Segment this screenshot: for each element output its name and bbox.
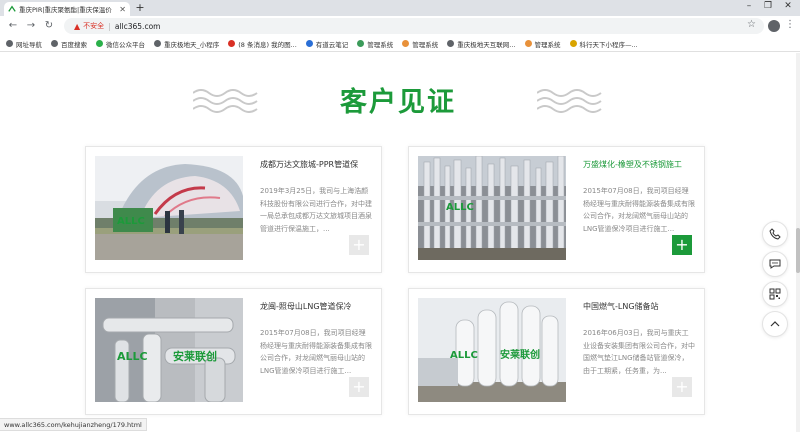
more-button[interactable]: + xyxy=(672,377,692,397)
globe-icon xyxy=(6,40,13,47)
message-button[interactable] xyxy=(762,251,788,277)
svg-text:ALLC: ALLC xyxy=(117,216,145,227)
warning-icon: ▲ xyxy=(74,21,81,31)
status-bar-url: www.allc365.com/kehujianzheng/179.html xyxy=(0,418,147,431)
forward-icon[interactable]: → xyxy=(24,19,38,33)
address-bar[interactable]: ▲ 不安全 | allc365.com ☆ xyxy=(64,18,764,34)
case-photo: ALLC 安莱联创 xyxy=(418,298,566,402)
case-description: 2015年07月08日，我司项目经理杨经理与重庆耐得能源装备集成有限公司合作，对… xyxy=(260,329,372,375)
case-card[interactable]: ALLC 万盛煤化-橡塑及不锈钢施工 2015年07月08日，我司项目经理杨经理… xyxy=(408,146,705,273)
more-button[interactable]: + xyxy=(672,235,692,255)
bookmark-item[interactable]: 微信公众平台 xyxy=(96,39,145,49)
case-title[interactable]: 成都万达文旅城-PPR管道保 xyxy=(260,159,358,170)
case-description: 2015年07月08日，我司项目经理杨经理与重庆耐得能源装备集成有限公司合作，对… xyxy=(583,187,695,233)
svg-text:ALLC: ALLC xyxy=(446,202,474,213)
gear-icon xyxy=(524,40,532,47)
note-icon xyxy=(305,40,313,47)
globe-icon xyxy=(154,40,161,47)
case-photo: ALLC xyxy=(418,156,566,260)
v-icon xyxy=(569,40,577,47)
bookmark-item[interactable]: 重庆极地天_小程序 xyxy=(154,39,219,49)
bookmark-item[interactable]: 网址导航 xyxy=(6,39,42,49)
bookmark-label: 网址导航 xyxy=(16,40,42,49)
reload-icon[interactable]: ↻ xyxy=(42,19,56,33)
bookmark-label: 科行天下小程序—... xyxy=(579,40,638,49)
bookmark-label: 微信公众平台 xyxy=(106,40,145,49)
new-tab-button[interactable]: + xyxy=(134,2,146,14)
bookmark-label: 管理系统 xyxy=(367,40,394,49)
bookmark-item[interactable]: 有道云笔记 xyxy=(305,39,349,49)
case-photo: ALLC xyxy=(95,156,243,260)
svg-text:ALLC: ALLC xyxy=(117,350,148,363)
scrollbar-thumb[interactable] xyxy=(796,228,800,273)
case-description: 2019年3月25日，我司与上海浩颜科技股份有限公司进行合作，对中建一局总承包成… xyxy=(260,187,372,233)
close-tab-icon[interactable]: ✕ xyxy=(119,5,126,14)
wechat-icon xyxy=(96,40,103,47)
bookmark-star-icon[interactable]: ☆ xyxy=(747,19,756,30)
browser-toolbar: ← → ↻ ▲ 不安全 | allc365.com ☆ ⋮ xyxy=(0,16,800,36)
address-separator: | xyxy=(108,21,111,31)
case-card[interactable]: ALLC 安莱联创 中国燃气-LNG储备站 2016年06月03日，我司与重庆工… xyxy=(408,288,705,415)
case-description: 2016年06月03日，我司与重庆工业设备安装集团有限公司合作，对中国燃气垫江L… xyxy=(583,329,695,375)
bookmark-item[interactable]: (8 条消息) 我的图... xyxy=(228,39,297,49)
doc-icon xyxy=(357,40,365,47)
bookmark-item[interactable]: 百度搜索 xyxy=(51,39,87,49)
chat-icon xyxy=(769,259,781,269)
bookmark-item[interactable]: 管理系统 xyxy=(357,39,393,49)
browser-tab[interactable]: 重庆PIR|重庆聚氨酯|重庆保温价 ✕ xyxy=(4,2,130,16)
page-scrollbar[interactable] xyxy=(796,53,800,432)
maximize-icon[interactable]: ❐ xyxy=(761,1,775,11)
bookmark-label: 管理系统 xyxy=(412,40,439,49)
back-icon[interactable]: ← xyxy=(6,19,20,33)
globe-icon xyxy=(447,40,455,47)
phone-button[interactable] xyxy=(762,221,788,247)
account-avatar[interactable] xyxy=(768,20,780,32)
case-title[interactable]: 中国燃气-LNG储备站 xyxy=(583,301,659,312)
bookmark-item[interactable]: 管理系统 xyxy=(524,39,561,49)
site-favicon xyxy=(8,5,16,12)
minimize-icon[interactable]: – xyxy=(742,1,756,11)
not-secure-label: 不安全 xyxy=(83,22,105,30)
more-button[interactable]: + xyxy=(349,377,369,397)
back-to-top-button[interactable] xyxy=(762,311,788,337)
phone-icon xyxy=(769,228,781,240)
case-photo: ALLC 安莱联创 xyxy=(95,298,243,402)
bookmark-label: (8 条消息) 我的图... xyxy=(238,40,297,49)
qrcode-button[interactable] xyxy=(762,281,788,307)
more-button[interactable]: + xyxy=(349,235,369,255)
case-title[interactable]: 龙闽-照母山LNG管道保冷 xyxy=(260,301,352,312)
bookmarks-bar: 网址导航 百度搜索 微信公众平台 重庆极地天_小程序 (8 条消息) 我的图... 有道云… xyxy=(0,36,800,52)
bookmark-item[interactable]: 科行天下小程序—... xyxy=(569,39,638,49)
section-title: 客户见证 xyxy=(340,87,456,118)
case-title[interactable]: 万盛煤化-橡塑及不锈钢施工 xyxy=(583,159,682,170)
bookmark-label: 重庆极地天互联网... xyxy=(457,40,516,49)
browser-menu-icon[interactable]: ⋮ xyxy=(785,19,795,30)
svg-text:ALLC: ALLC xyxy=(450,350,478,361)
tab-strip: 重庆PIR|重庆聚氨酯|重庆保温价 ✕ + – ❐ ✕ xyxy=(0,0,800,16)
close-window-icon[interactable]: ✕ xyxy=(781,1,795,11)
case-card[interactable]: ALLC 安莱联创 龙闽-照母山LNG管道保冷 2015年07月08日，我司项目… xyxy=(85,288,382,415)
bookmark-item[interactable]: 重庆极地天互联网... xyxy=(447,39,516,49)
bookmark-label: 百度搜索 xyxy=(61,40,87,49)
url-text: allc365.com xyxy=(114,21,161,31)
page-content: 客户见证 ALLC 成都万达文旅城-PPR管道保 2019年3月25日，我司与上… xyxy=(0,53,796,432)
wave-decoration-right-icon xyxy=(537,89,602,113)
tab-title: 重庆PIR|重庆聚氨酯|重庆保温价 xyxy=(19,6,112,14)
bookmark-label: 管理系统 xyxy=(534,40,561,49)
bookmark-item[interactable]: 管理系统 xyxy=(402,39,438,49)
chevron-up-icon xyxy=(770,321,780,327)
watermark-logo: 安莱联创 xyxy=(173,349,217,363)
watermark-logo: 安莱联创 xyxy=(500,348,540,361)
bookmark-label: 重庆极地天_小程序 xyxy=(164,40,220,49)
case-card[interactable]: ALLC 成都万达文旅城-PPR管道保 2019年3月25日，我司与上海浩颜科技… xyxy=(85,146,382,273)
qrcode-icon xyxy=(769,288,781,300)
globe-icon xyxy=(51,40,58,47)
bookmark-label: 有道云笔记 xyxy=(315,40,349,49)
x-icon xyxy=(228,40,236,47)
gear-icon xyxy=(402,40,410,47)
